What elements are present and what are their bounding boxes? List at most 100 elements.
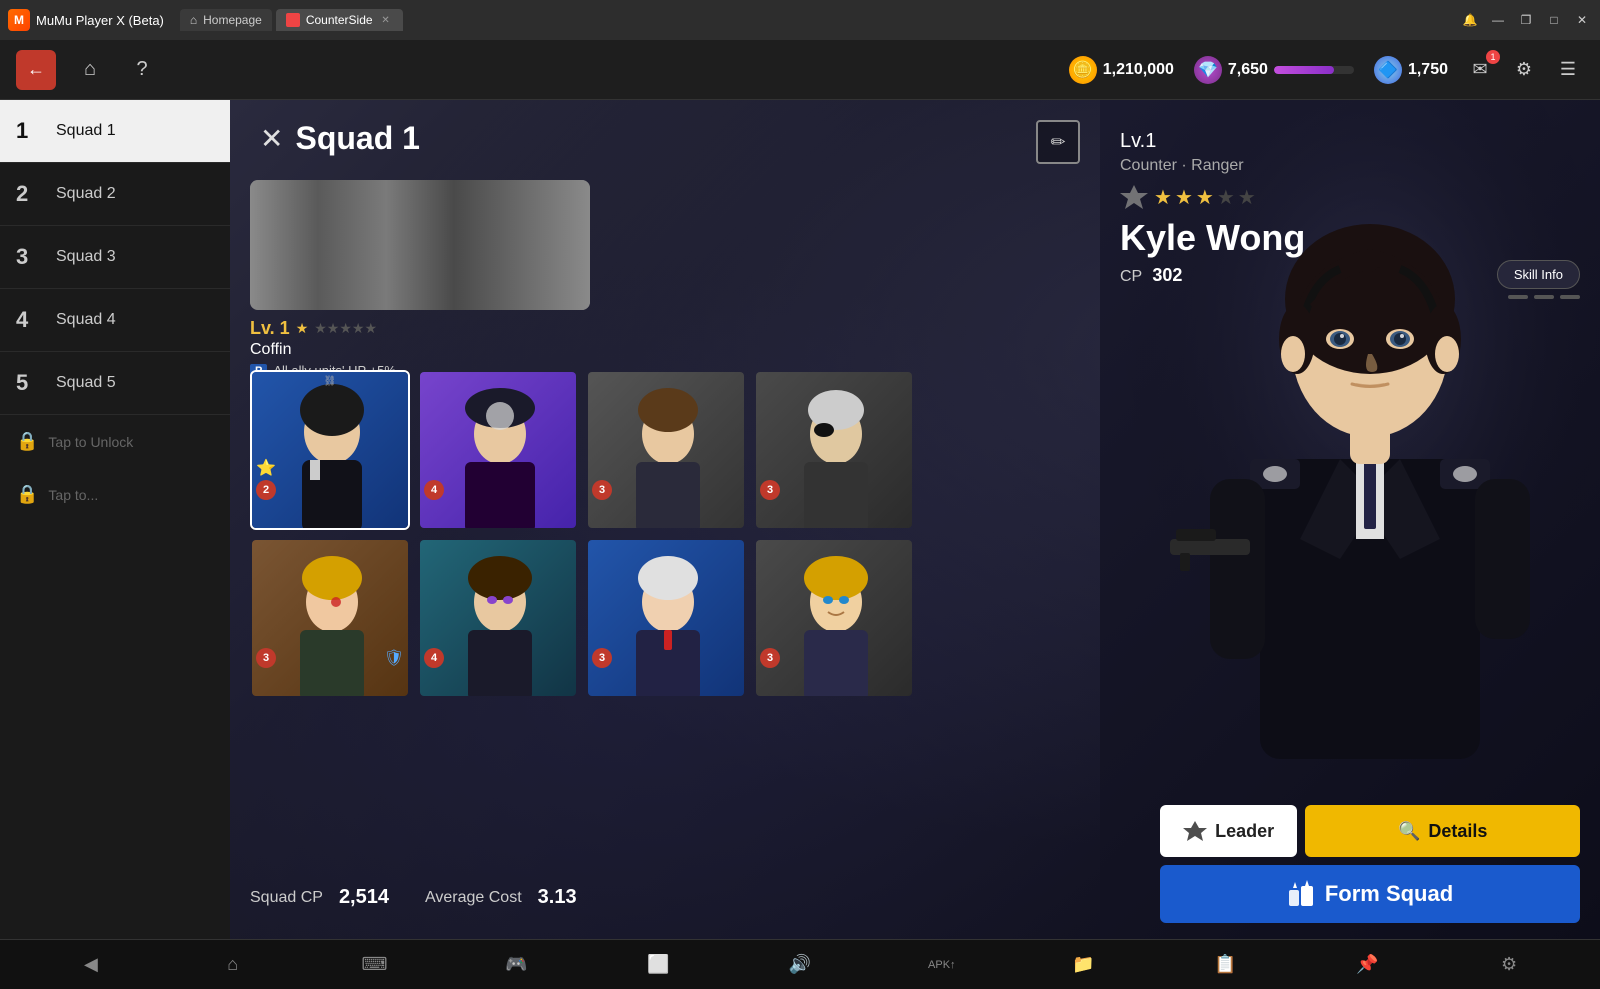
game-area: ✕ Squad 1 ✏: [230, 100, 1600, 939]
unit-card-5[interactable]: Lv.1 ⛓ ★ ★ ★ ★ ★ 3 🛡: [250, 538, 410, 698]
unit-6-art: [420, 540, 578, 698]
taskbar-apk-icon[interactable]: APK↑: [926, 949, 958, 981]
tap-to-unlock-1[interactable]: 🔒 Tap to Unlock: [0, 415, 230, 468]
taskbar-gamepad-icon[interactable]: 🎮: [500, 949, 532, 981]
notifications-button[interactable]: 🔔: [1460, 10, 1480, 30]
unit-card-6[interactable]: Lv.1 🔫 ★ ★ ★ ★ ★ 4: [418, 538, 578, 698]
restore-button[interactable]: ❐: [1516, 10, 1536, 30]
unit-1-gold-star: ⭐: [256, 458, 276, 478]
title-bar: M MuMu Player X (Beta) ⌂ Homepage Counte…: [0, 0, 1600, 40]
avg-cost-value: 3.13: [538, 886, 577, 909]
action-row-top: Leader 🔍 Details: [1160, 805, 1580, 857]
sidebar: 1 Squad 1 2 Squad 2 3 Squad 3 4 Squad 4 …: [0, 100, 230, 939]
squad-5-name: Squad 5: [56, 374, 116, 392]
details-button[interactable]: 🔍 Details: [1305, 805, 1580, 857]
ship-level-row: Lv. 1 ★ ★★★★★: [250, 318, 650, 339]
unit-1-chain-icon: ⛓: [324, 376, 337, 387]
tap-to-unlock-label-1: Tap to Unlock: [48, 434, 133, 450]
squad-2-name: Squad 2: [56, 185, 116, 203]
back-button[interactable]: ←: [16, 50, 56, 90]
mail-badge: 1: [1486, 50, 1500, 64]
squad-item-4[interactable]: 4 Squad 4: [0, 289, 230, 352]
close-button[interactable]: ✕: [1572, 10, 1592, 30]
cp-bar: Squad CP 2,514 Average Cost 3.13: [250, 886, 1080, 909]
unit-card-8[interactable]: Lv.1 🔫 ★ ★ ★ ★ ★ 3: [754, 538, 914, 698]
tab-homepage[interactable]: ⌂ Homepage: [180, 9, 272, 31]
unit-4-art: [756, 372, 914, 530]
minimize-button[interactable]: —: [1488, 10, 1508, 30]
form-squad-button[interactable]: Form Squad: [1160, 865, 1580, 923]
crystal-resource: 🔷 1,750: [1374, 56, 1448, 84]
unit-card-1[interactable]: Lv.1 🔫 ★ ★ ★ ★ ★ ALL 2 ⭐ ⛓: [250, 370, 410, 530]
unit-8-cost: 3: [760, 648, 780, 668]
char-type-display: Counter · Ranger: [1120, 157, 1305, 175]
taskbar-window-icon[interactable]: ⬜: [642, 949, 674, 981]
skill-info-dots: [1508, 295, 1580, 299]
taskbar-settings-icon[interactable]: ⚙: [1493, 949, 1525, 981]
avg-cost-label: Average Cost: [425, 889, 522, 907]
gold-icon: 🪙: [1069, 56, 1097, 84]
ship-image[interactable]: [250, 180, 590, 310]
unit-5-shield-icon: 🛡: [384, 648, 404, 668]
gem-icon: 💎: [1194, 56, 1222, 84]
ship-svg: [260, 190, 580, 300]
char-name-display: Kyle Wong: [1120, 217, 1305, 259]
ship-stars-filled: ★: [296, 320, 309, 337]
edit-button[interactable]: ✏: [1036, 120, 1080, 164]
squad-cp-value: 2,514: [339, 886, 389, 909]
char-cp-value: 302: [1152, 265, 1182, 285]
squad-3-name: Squad 3: [56, 248, 116, 266]
tab-counterside[interactable]: CounterSide ✕: [276, 9, 403, 31]
char-stars-row: ★ ★ ★ ★ ★: [1154, 185, 1256, 210]
taskbar-volume-icon[interactable]: 🔊: [784, 949, 816, 981]
squad-item-1[interactable]: 1 Squad 1: [0, 100, 230, 163]
unit-card-2[interactable]: Lv.1 ⛓ ★ ★ ★ ★ ★ ALL 4: [418, 370, 578, 530]
tab-close-icon[interactable]: ✕: [379, 13, 393, 27]
taskbar-keyboard-icon[interactable]: ⌨: [359, 949, 391, 981]
taskbar-clipboard-icon[interactable]: 📋: [1209, 949, 1241, 981]
home-button[interactable]: ⌂: [72, 52, 108, 88]
help-button[interactable]: ?: [124, 52, 160, 88]
char-level-display: Lv.1: [1120, 130, 1305, 153]
unit-2-art: [420, 372, 578, 530]
form-squad-label: Form Squad: [1325, 881, 1453, 907]
taskbar-home-icon[interactable]: ⌂: [217, 949, 249, 981]
squad-1-num: 1: [16, 118, 44, 144]
mail-button[interactable]: ✉ 1: [1464, 54, 1496, 86]
squad-item-2[interactable]: 2 Squad 2: [0, 163, 230, 226]
char-cp-row: CP 302: [1120, 265, 1305, 286]
squad-4-name: Squad 4: [56, 311, 116, 329]
unit-card-3[interactable]: Lv.1 🔫 ★ ★ ★ ★ ★ 3: [586, 370, 746, 530]
squad-item-5[interactable]: 5 Squad 5: [0, 352, 230, 415]
nav-icon-buttons: ✉ 1 ⚙ ☰: [1464, 54, 1584, 86]
unit-8-art: [756, 540, 914, 698]
taskbar: ◀ ⌂ ⌨ 🎮 ⬜ 🔊 APK↑ 📁 📋 📌 ⚙: [0, 939, 1600, 989]
taskbar-location-icon[interactable]: 📌: [1351, 949, 1383, 981]
leader-icon: [1183, 819, 1207, 843]
faction-icon: [1120, 183, 1148, 211]
home-icon: ⌂: [190, 13, 197, 27]
lock-icon-1: 🔒: [16, 431, 38, 452]
home-nav-icon: ⌂: [84, 58, 96, 81]
app-title: MuMu Player X (Beta): [36, 13, 164, 28]
unit-card-7[interactable]: Lv.1 🔫 ★ ★ ★ ★ ★ ALL 3: [586, 538, 746, 698]
settings-button[interactable]: ⚙: [1508, 54, 1540, 86]
back-icon: ←: [27, 59, 45, 80]
maximize-button[interactable]: □: [1544, 10, 1564, 30]
char-faction-row: ★ ★ ★ ★ ★: [1120, 183, 1305, 211]
squad-5-num: 5: [16, 370, 44, 396]
squad-1-name: Squad 1: [56, 122, 116, 140]
leader-button[interactable]: Leader: [1160, 805, 1297, 857]
taskbar-files-icon[interactable]: 📁: [1068, 949, 1100, 981]
gold-amount: 1,210,000: [1103, 61, 1174, 79]
skill-info-label: Skill Info: [1514, 267, 1563, 282]
skill-info-button[interactable]: Skill Info: [1497, 260, 1580, 289]
squad-item-3[interactable]: 3 Squad 3: [0, 226, 230, 289]
menu-button[interactable]: ☰: [1552, 54, 1584, 86]
skill-dot-2: [1534, 295, 1554, 299]
unit-card-4[interactable]: Lv.1 ⛓ ★ ★ ★ ★ ★ ALL 3: [754, 370, 914, 530]
taskbar-back-icon[interactable]: ◀: [75, 949, 107, 981]
squad-title-icon: ✕: [260, 122, 283, 155]
squad-header: ✕ Squad 1: [260, 120, 420, 157]
tap-to-unlock-2[interactable]: 🔒 Tap to...: [0, 468, 230, 521]
